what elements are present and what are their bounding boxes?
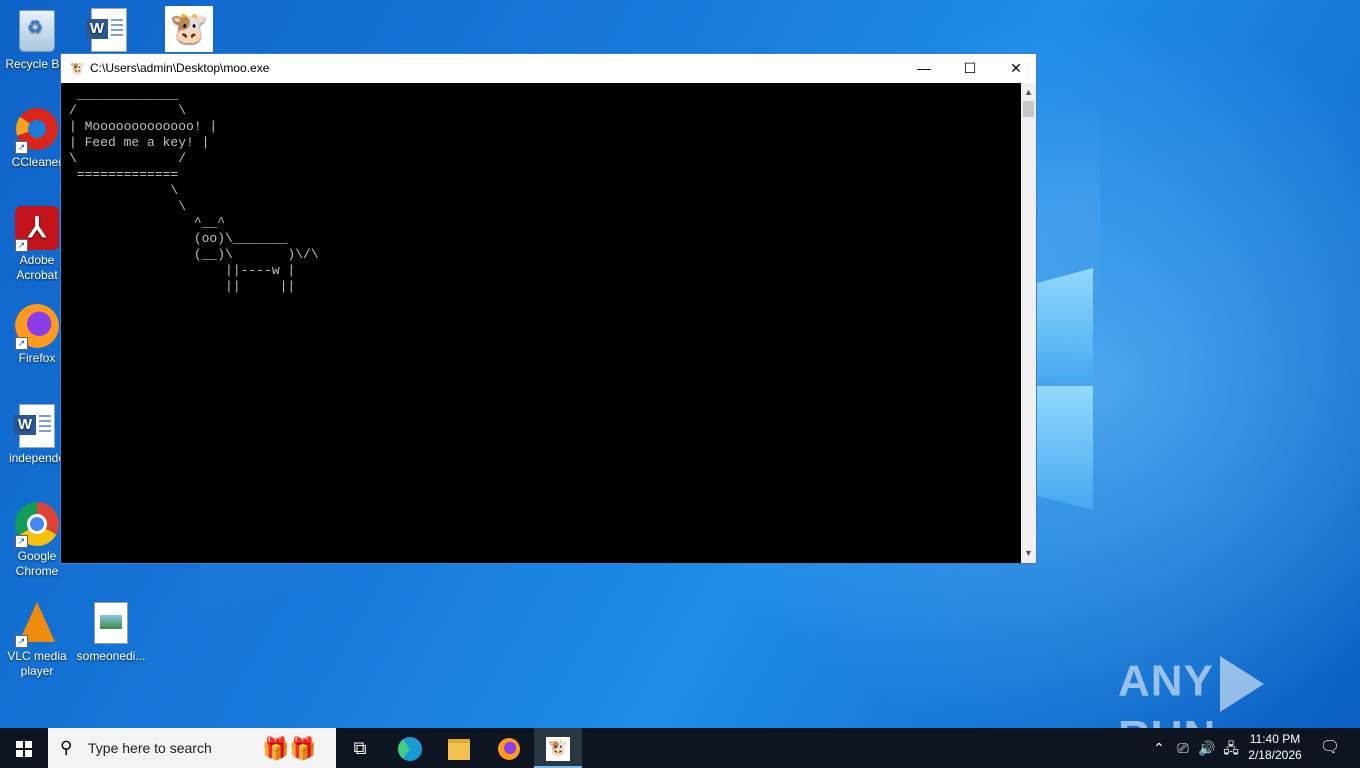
windows-start-icon [16, 741, 32, 757]
task-view-icon: ⧉ [353, 738, 367, 758]
shortcut-arrow-icon: ↗ [15, 535, 28, 548]
start-button[interactable] [0, 728, 48, 768]
desktop-icon-vlc[interactable]: ↗ VLC media player [0, 600, 74, 679]
scroll-thumb[interactable] [1023, 101, 1034, 117]
shortcut-arrow-icon: ↗ [15, 337, 28, 350]
taskbar-moo[interactable]: 🐮 [534, 728, 582, 768]
logo-pane-bottom [1035, 386, 1093, 510]
volume-icon: 🔊 [1198, 740, 1216, 756]
cow-icon: 🐮 [165, 6, 213, 52]
word-document-icon: W [86, 8, 127, 52]
task-view-button[interactable]: ⧉ [336, 728, 384, 768]
watermark-text-right: RUN [1118, 712, 1216, 728]
vertical-scrollbar[interactable]: ▲ ▼ [1021, 83, 1036, 563]
console-window: 🐮 C:\Users\admin\Desktop\moo.exe — ☐ ✕ _… [60, 53, 1037, 564]
close-button[interactable]: ✕ [993, 54, 1039, 83]
cow-icon: 🐮 [546, 737, 570, 762]
clock-time: 11:40 PM [1249, 732, 1301, 746]
taskbar-search-box[interactable]: ⚲ Type here to search 🎁🎁 [48, 728, 336, 768]
scroll-down-arrow-icon[interactable]: ▼ [1021, 546, 1036, 561]
edge-icon [398, 737, 422, 762]
search-icon: ⚲ [60, 738, 73, 757]
anyrun-watermark: ANY RUN [1118, 656, 1360, 728]
cow-icon: 🐮 [70, 61, 85, 75]
window-title: C:\Users\admin\Desktop\moo.exe [90, 61, 270, 75]
play-logo-icon [1219, 656, 1264, 712]
search-placeholder: Type here to search [88, 740, 212, 756]
image-file-icon [94, 602, 128, 644]
desktop-icon-label: VLC media player [7, 649, 67, 678]
word-document-icon: W [14, 404, 55, 448]
window-titlebar[interactable]: 🐮 C:\Users\admin\Desktop\moo.exe — ☐ ✕ [61, 54, 1036, 83]
notification-center-button[interactable]: 🗨 [1310, 728, 1350, 768]
shortcut-arrow-icon: ↗ [15, 635, 28, 648]
logo-pane-top [1035, 268, 1093, 380]
taskbar: ⚲ Type here to search 🎁🎁 ⧉ 🐮 ⌃ ⎚ 🔊 🖧 11:… [0, 728, 1360, 768]
shortcut-arrow-icon: ↗ [15, 239, 28, 252]
minimize-button[interactable]: — [901, 54, 947, 83]
taskbar-file-explorer[interactable] [435, 728, 483, 768]
desktop-icon-someonedi[interactable]: someonedi... [74, 602, 148, 664]
desktop: Recycle Bin W 🐮 ↗ CCleaner ⅄↗ Adobe Acro… [0, 0, 1360, 728]
clock-date: 2/18/2026 [1248, 748, 1302, 762]
taskbar-clock[interactable]: 11:40 PM 2/18/2026 [1240, 731, 1310, 763]
desktop-icon-word-document[interactable]: W [72, 8, 146, 55]
taskbar-edge[interactable] [386, 728, 434, 768]
recycle-bin-icon [19, 10, 55, 52]
search-highlight-gifts-icon: 🎁🎁 [262, 736, 317, 761]
desktop-icon-moo[interactable]: 🐮 [150, 6, 224, 53]
meet-now-icon: ⎚ [1177, 740, 1189, 756]
scroll-up-arrow-icon[interactable]: ▲ [1021, 85, 1036, 100]
folder-icon [448, 738, 470, 760]
tray-volume[interactable]: 🔊 [1196, 728, 1218, 768]
chevron-up-icon: ⌃ [1153, 740, 1165, 756]
shortcut-arrow-icon: ↗ [15, 141, 28, 154]
tray-network[interactable]: 🖧 [1220, 728, 1242, 768]
firefox-icon [498, 738, 520, 761]
watermark-text-left: ANY [1118, 656, 1214, 706]
console-text: _____________ / \ | Mooooooooooooo! | | … [69, 87, 319, 294]
console-output[interactable]: _____________ / \ | Mooooooooooooo! | | … [61, 83, 1021, 563]
tray-meet-now[interactable]: ⎚ [1172, 728, 1194, 768]
taskbar-firefox[interactable] [485, 728, 533, 768]
maximize-button[interactable]: ☐ [947, 54, 993, 83]
desktop-icon-label: someonedi... [76, 649, 146, 663]
windows-logo-wallpaper [1035, 258, 1095, 512]
network-icon: 🖧 [1223, 740, 1239, 756]
show-hidden-icons-button[interactable]: ⌃ [1148, 728, 1170, 768]
notification-icon: 🗨 [1319, 739, 1341, 756]
